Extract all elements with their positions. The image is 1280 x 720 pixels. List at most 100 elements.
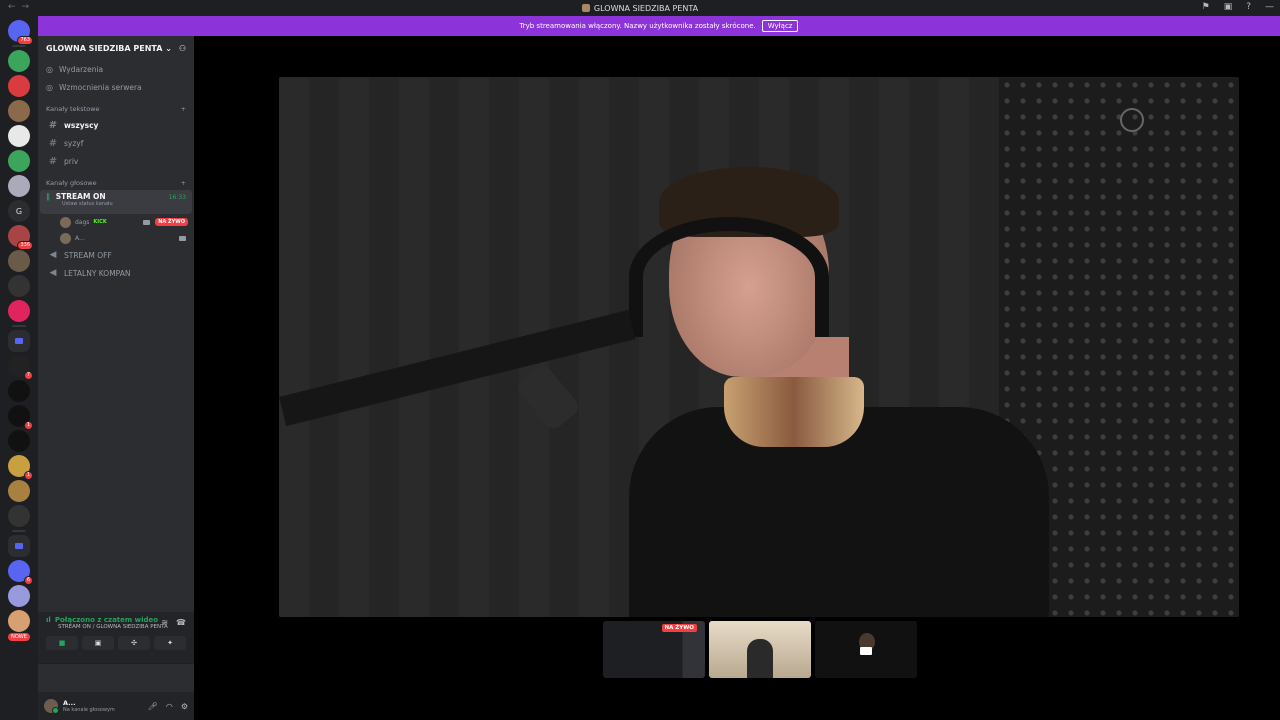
activities-button[interactable]: ✣: [118, 636, 150, 650]
guild-guild-8[interactable]: G: [8, 200, 30, 222]
voice-channel[interactable]: ◀ LETALNY KOMPAN: [40, 264, 192, 282]
headphones-icon[interactable]: ◠: [166, 702, 173, 711]
guild-guild-14[interactable]: [8, 380, 30, 402]
server-list: 763 G 336 7 1 1 6 NOWE: [0, 16, 38, 720]
channel-label: syzyf: [64, 138, 84, 148]
guild-guild-11[interactable]: [8, 275, 30, 297]
invite-people-icon[interactable]: ⚇: [179, 44, 186, 53]
channel-label: STREAM OFF: [64, 250, 112, 260]
hashtag-icon: #: [48, 137, 58, 149]
noise-suppression-icon[interactable]: ≋: [161, 618, 168, 627]
video-stage: NA ŻYWO: [194, 36, 1280, 720]
guild-guild-20[interactable]: 6: [8, 560, 33, 585]
new-servers-pill[interactable]: NOWE: [8, 633, 30, 641]
mention-badge: 6: [23, 576, 33, 585]
channel-label: wszyscy: [64, 120, 99, 130]
settings-gear-icon[interactable]: ⚙: [181, 702, 188, 711]
guild-guild-9[interactable]: 336: [8, 225, 33, 250]
banner-text: Tryb streamowania włączony. Nazwy użytko…: [519, 22, 756, 30]
guild-guild-2[interactable]: [8, 50, 30, 72]
guild-guild-17[interactable]: 1: [8, 455, 33, 480]
camera-icon: [143, 219, 150, 225]
guild-separator: [12, 530, 26, 532]
headphones: [629, 217, 829, 337]
guild-guild-3[interactable]: [8, 75, 30, 97]
hashtag-icon: #: [48, 119, 58, 131]
speaker-icon: ◀: [49, 268, 57, 278]
active-voice-label: STREAM ON: [55, 192, 106, 201]
set-channel-status[interactable]: Ustaw status kanału: [62, 201, 186, 207]
user-panel: A... Na kanale głosowym 🎤︎ ◠ ⚙: [38, 692, 194, 720]
server-header[interactable]: GLOWNA SIEDZIBA PENTA ⌄ ⚇: [38, 36, 194, 60]
text-category[interactable]: Kanały tekstowe +: [38, 102, 194, 116]
voice-activity-icon: ∥: [46, 192, 50, 201]
guild-guild-7[interactable]: [8, 175, 30, 197]
guild-guild-6[interactable]: [8, 150, 30, 172]
voice-member[interactable]: A...: [38, 230, 194, 246]
menu-calendar[interactable]: ◎ Wydarzenia: [38, 60, 194, 78]
guild-folder-1[interactable]: [8, 330, 30, 352]
menu-label: Wydarzenia: [58, 64, 104, 74]
title-bar: ← → GLOWNA SIEDZIBA PENTA ⚑ ▣ ? —: [0, 0, 1280, 16]
guild-guild-10[interactable]: [8, 250, 30, 272]
guild-folder-2[interactable]: [8, 535, 30, 557]
microphone-icon[interactable]: 🎤︎: [148, 702, 158, 711]
add-channel-icon[interactable]: +: [181, 105, 186, 113]
guild-guild-15[interactable]: 1: [8, 405, 33, 430]
mention-badge: 1: [23, 471, 33, 480]
mention-badge: 336: [17, 241, 33, 250]
channel-label: priv: [64, 156, 79, 166]
loading-ring-icon: [1120, 108, 1144, 132]
username: A...: [63, 699, 76, 707]
soundboard-button[interactable]: ✦: [154, 636, 186, 650]
disconnect-icon[interactable]: ☎: [176, 618, 186, 627]
calendar-icon: ◎: [46, 64, 53, 74]
screen-share-icon[interactable]: ▣: [1224, 2, 1233, 12]
voice-category[interactable]: Kanały głosowe +: [38, 176, 194, 190]
guild-guild-5[interactable]: [8, 125, 30, 147]
mention-badge: 7: [23, 371, 33, 380]
user-status: Na kanale głosowym: [63, 707, 115, 713]
guild-guild-21[interactable]: [8, 585, 30, 607]
text-channel[interactable]: # syzyf: [40, 134, 192, 152]
voice-timer: 16:33: [168, 194, 186, 201]
guild-guild-4[interactable]: [8, 100, 30, 122]
inbox-icon[interactable]: ⚑: [1202, 2, 1210, 12]
add-voice-channel-icon[interactable]: +: [181, 179, 186, 187]
minimize-icon[interactable]: —: [1265, 2, 1274, 12]
guild-guild-19[interactable]: [8, 505, 30, 527]
guild-guild-22[interactable]: [8, 610, 30, 632]
voice-channel[interactable]: ◀ STREAM OFF: [40, 246, 192, 264]
chevron-down-icon: ⌄: [165, 43, 172, 53]
back-arrow-icon[interactable]: ←: [8, 2, 16, 12]
activities-icon: ✣: [131, 639, 137, 647]
history-nav: ← →: [8, 2, 29, 12]
guild-home[interactable]: 763: [8, 20, 33, 45]
guild-guild-18[interactable]: [8, 480, 30, 502]
text-channel[interactable]: # priv: [40, 152, 192, 170]
hashtag-icon: #: [48, 155, 58, 167]
voice-member[interactable]: dags KICK NA ŻYWO: [38, 214, 194, 230]
guild-guild-13[interactable]: 7: [8, 355, 33, 380]
main-video-feed[interactable]: [279, 77, 1239, 617]
avatar[interactable]: [44, 699, 59, 714]
thumbnail-camera[interactable]: [709, 621, 811, 678]
person-collar: [724, 377, 864, 447]
text-channel[interactable]: # wszyscy: [40, 116, 192, 134]
camera-button[interactable]: ■: [46, 636, 78, 650]
disable-streamer-mode-button[interactable]: Wyłącz: [761, 20, 799, 32]
forward-arrow-icon[interactable]: →: [22, 2, 30, 12]
guild-guild-16[interactable]: [8, 430, 30, 452]
share-screen-button[interactable]: ▣: [82, 636, 114, 650]
help-icon[interactable]: ?: [1246, 2, 1251, 12]
speaker-icon: ◀: [49, 250, 57, 260]
voice-channel-stream-on[interactable]: ∥ STREAM ON Ustaw status kanału 16:33: [40, 190, 192, 214]
guild-guild-12[interactable]: [8, 300, 30, 322]
thumbnail-screen-share[interactable]: NA ŻYWO: [603, 621, 705, 678]
thumbnail-user[interactable]: [815, 621, 917, 678]
signal-icon: ıl: [46, 616, 51, 624]
menu-boost[interactable]: ◎ Wzmocnienia serwera: [38, 78, 194, 96]
text-category-label: Kanały tekstowe: [46, 105, 100, 113]
member-name: A...: [75, 234, 85, 242]
member-name: dags: [75, 218, 90, 226]
